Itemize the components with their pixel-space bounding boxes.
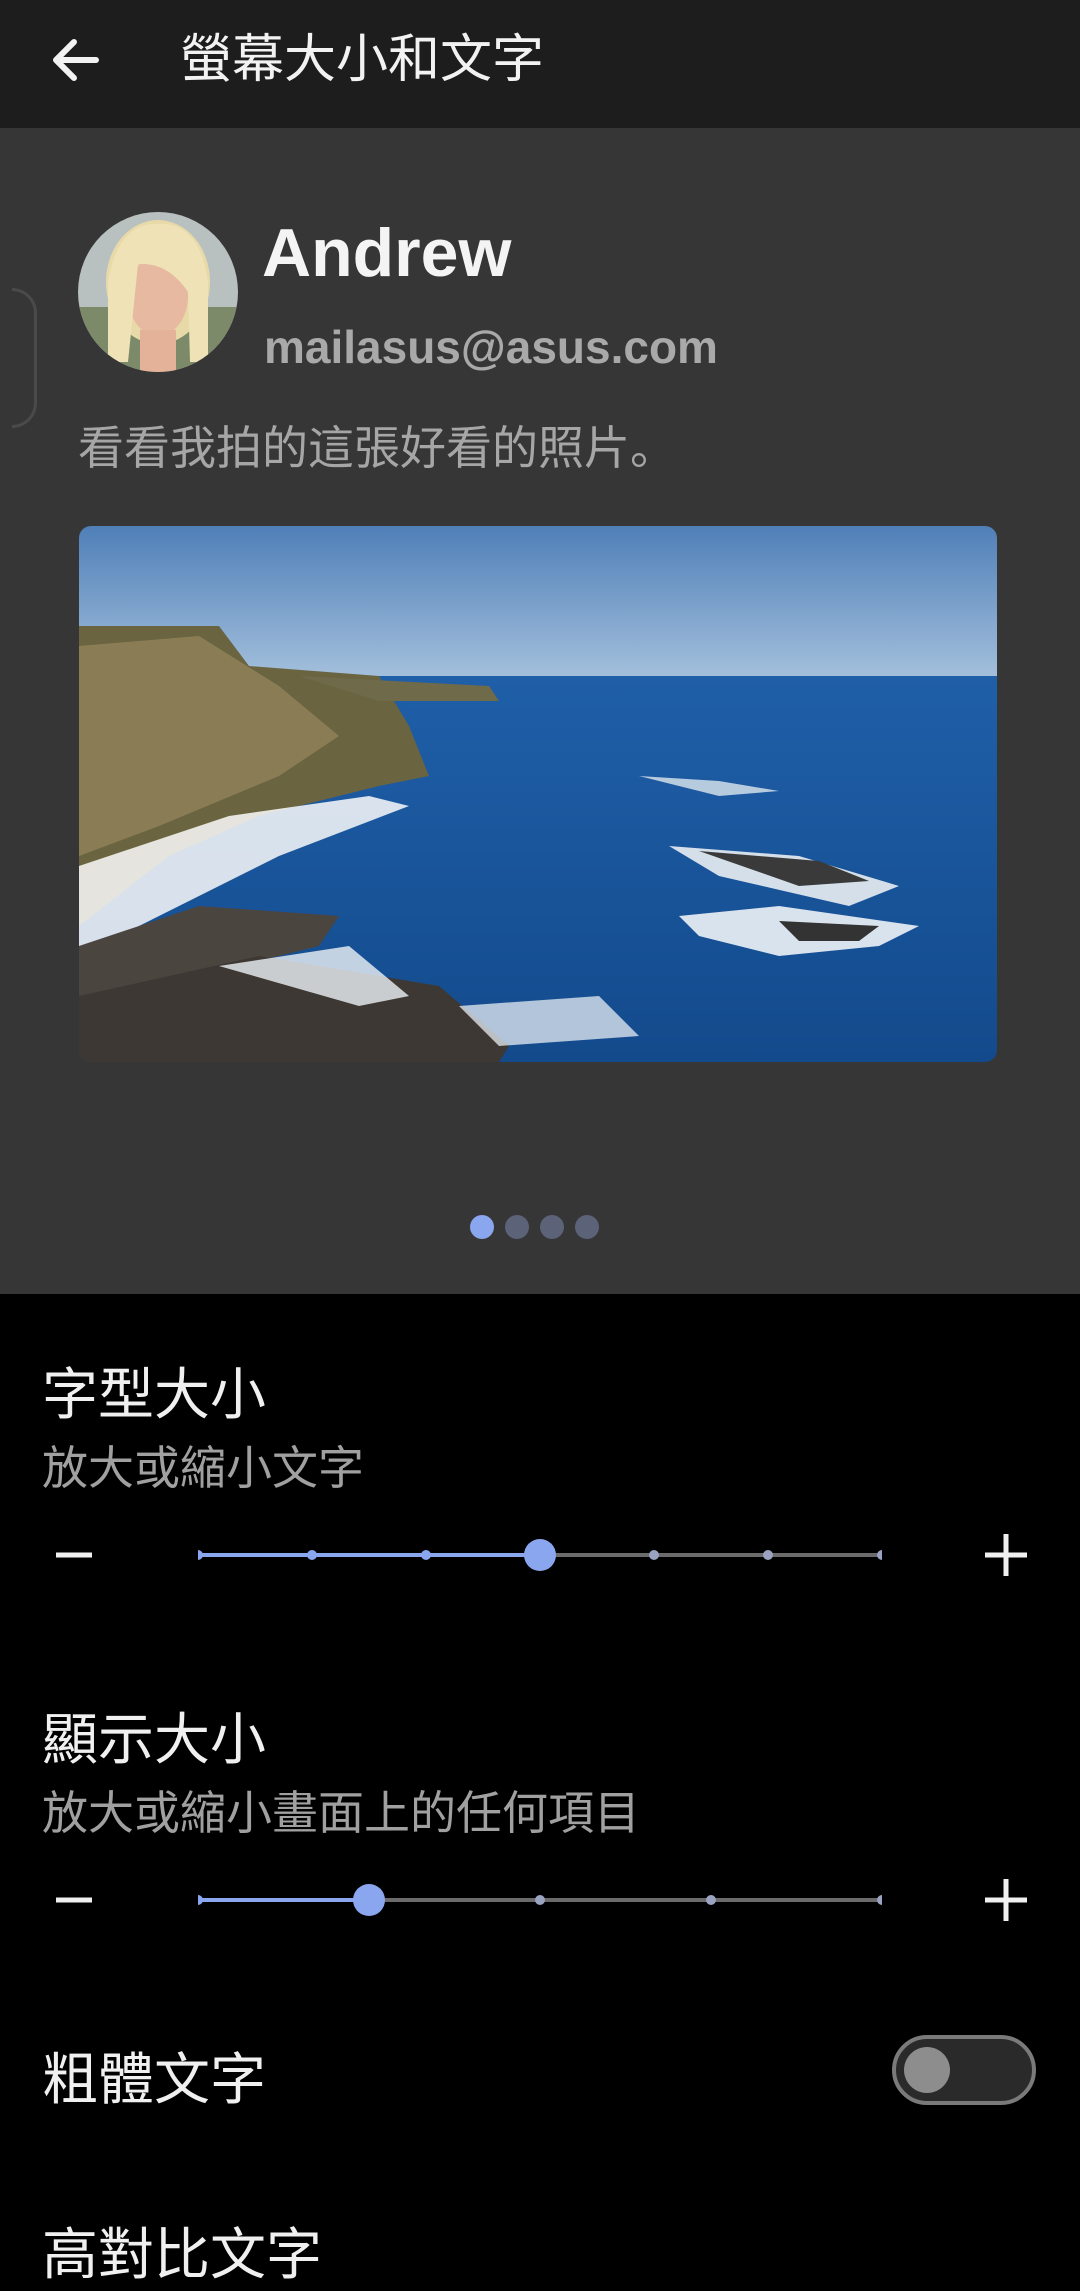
minus-icon xyxy=(56,1552,92,1558)
minus-icon xyxy=(56,1897,92,1903)
display-size-slider-thumb[interactable] xyxy=(353,1884,385,1916)
page-dot-1[interactable] xyxy=(470,1215,494,1239)
display-size-increase-button[interactable] xyxy=(966,1860,1046,1940)
font-size-slider-tick-3[interactable] xyxy=(421,1550,431,1560)
high-contrast-text-title[interactable]: 高對比文字 xyxy=(42,2210,322,2291)
page-dot-3[interactable] xyxy=(540,1215,564,1239)
arrow-left-icon xyxy=(53,39,99,81)
bold-text-title: 粗體文字 xyxy=(42,2048,266,2113)
font-size-slider-thumb[interactable] xyxy=(524,1539,556,1571)
display-size-subtitle: 放大或縮小畫面上的任何項目 xyxy=(42,1786,640,1840)
display-size-slider-tick-1[interactable] xyxy=(198,1895,203,1905)
font-size-slider-tick-7[interactable] xyxy=(877,1550,882,1560)
font-size-slider-tick-1[interactable] xyxy=(198,1550,203,1560)
font-size-decrease-button[interactable] xyxy=(34,1515,114,1595)
user-name: Andrew xyxy=(262,215,512,291)
toggle-knob xyxy=(904,2047,950,2093)
font-size-increase-button[interactable] xyxy=(966,1515,1046,1595)
page-title: 螢幕大小和文字 xyxy=(180,30,545,90)
display-size-slider-tick-5[interactable] xyxy=(877,1895,882,1905)
display-size-slider-tick-4[interactable] xyxy=(706,1895,716,1905)
font-size-slider-tick-6[interactable] xyxy=(763,1550,773,1560)
user-email: mailasus@asus.com xyxy=(264,321,718,373)
app-bar: 螢幕大小和文字 xyxy=(0,0,1080,128)
page-indicator xyxy=(470,1215,599,1243)
display-size-slider-tick-3[interactable] xyxy=(535,1895,545,1905)
display-size-decrease-button[interactable] xyxy=(34,1860,114,1940)
plus-icon xyxy=(985,1534,1027,1576)
coast-photo xyxy=(79,526,997,1062)
font-size-slider[interactable] xyxy=(198,1525,882,1585)
font-size-subtitle: 放大或縮小文字 xyxy=(42,1441,364,1495)
font-size-title: 字型大小 xyxy=(42,1363,266,1428)
page-dot-4[interactable] xyxy=(575,1215,599,1239)
back-button[interactable] xyxy=(36,22,112,98)
plus-icon xyxy=(985,1879,1027,1921)
display-size-title: 顯示大小 xyxy=(42,1708,266,1773)
edge-handle xyxy=(12,288,37,428)
display-size-slider[interactable] xyxy=(198,1870,882,1930)
page-dot-2[interactable] xyxy=(505,1215,529,1239)
post-caption: 看看我拍的這張好看的照片。 xyxy=(78,421,676,475)
font-size-slider-tick-5[interactable] xyxy=(649,1550,659,1560)
font-size-slider-tick-2[interactable] xyxy=(307,1550,317,1560)
avatar xyxy=(78,212,238,372)
bold-text-toggle[interactable] xyxy=(892,2035,1036,2105)
